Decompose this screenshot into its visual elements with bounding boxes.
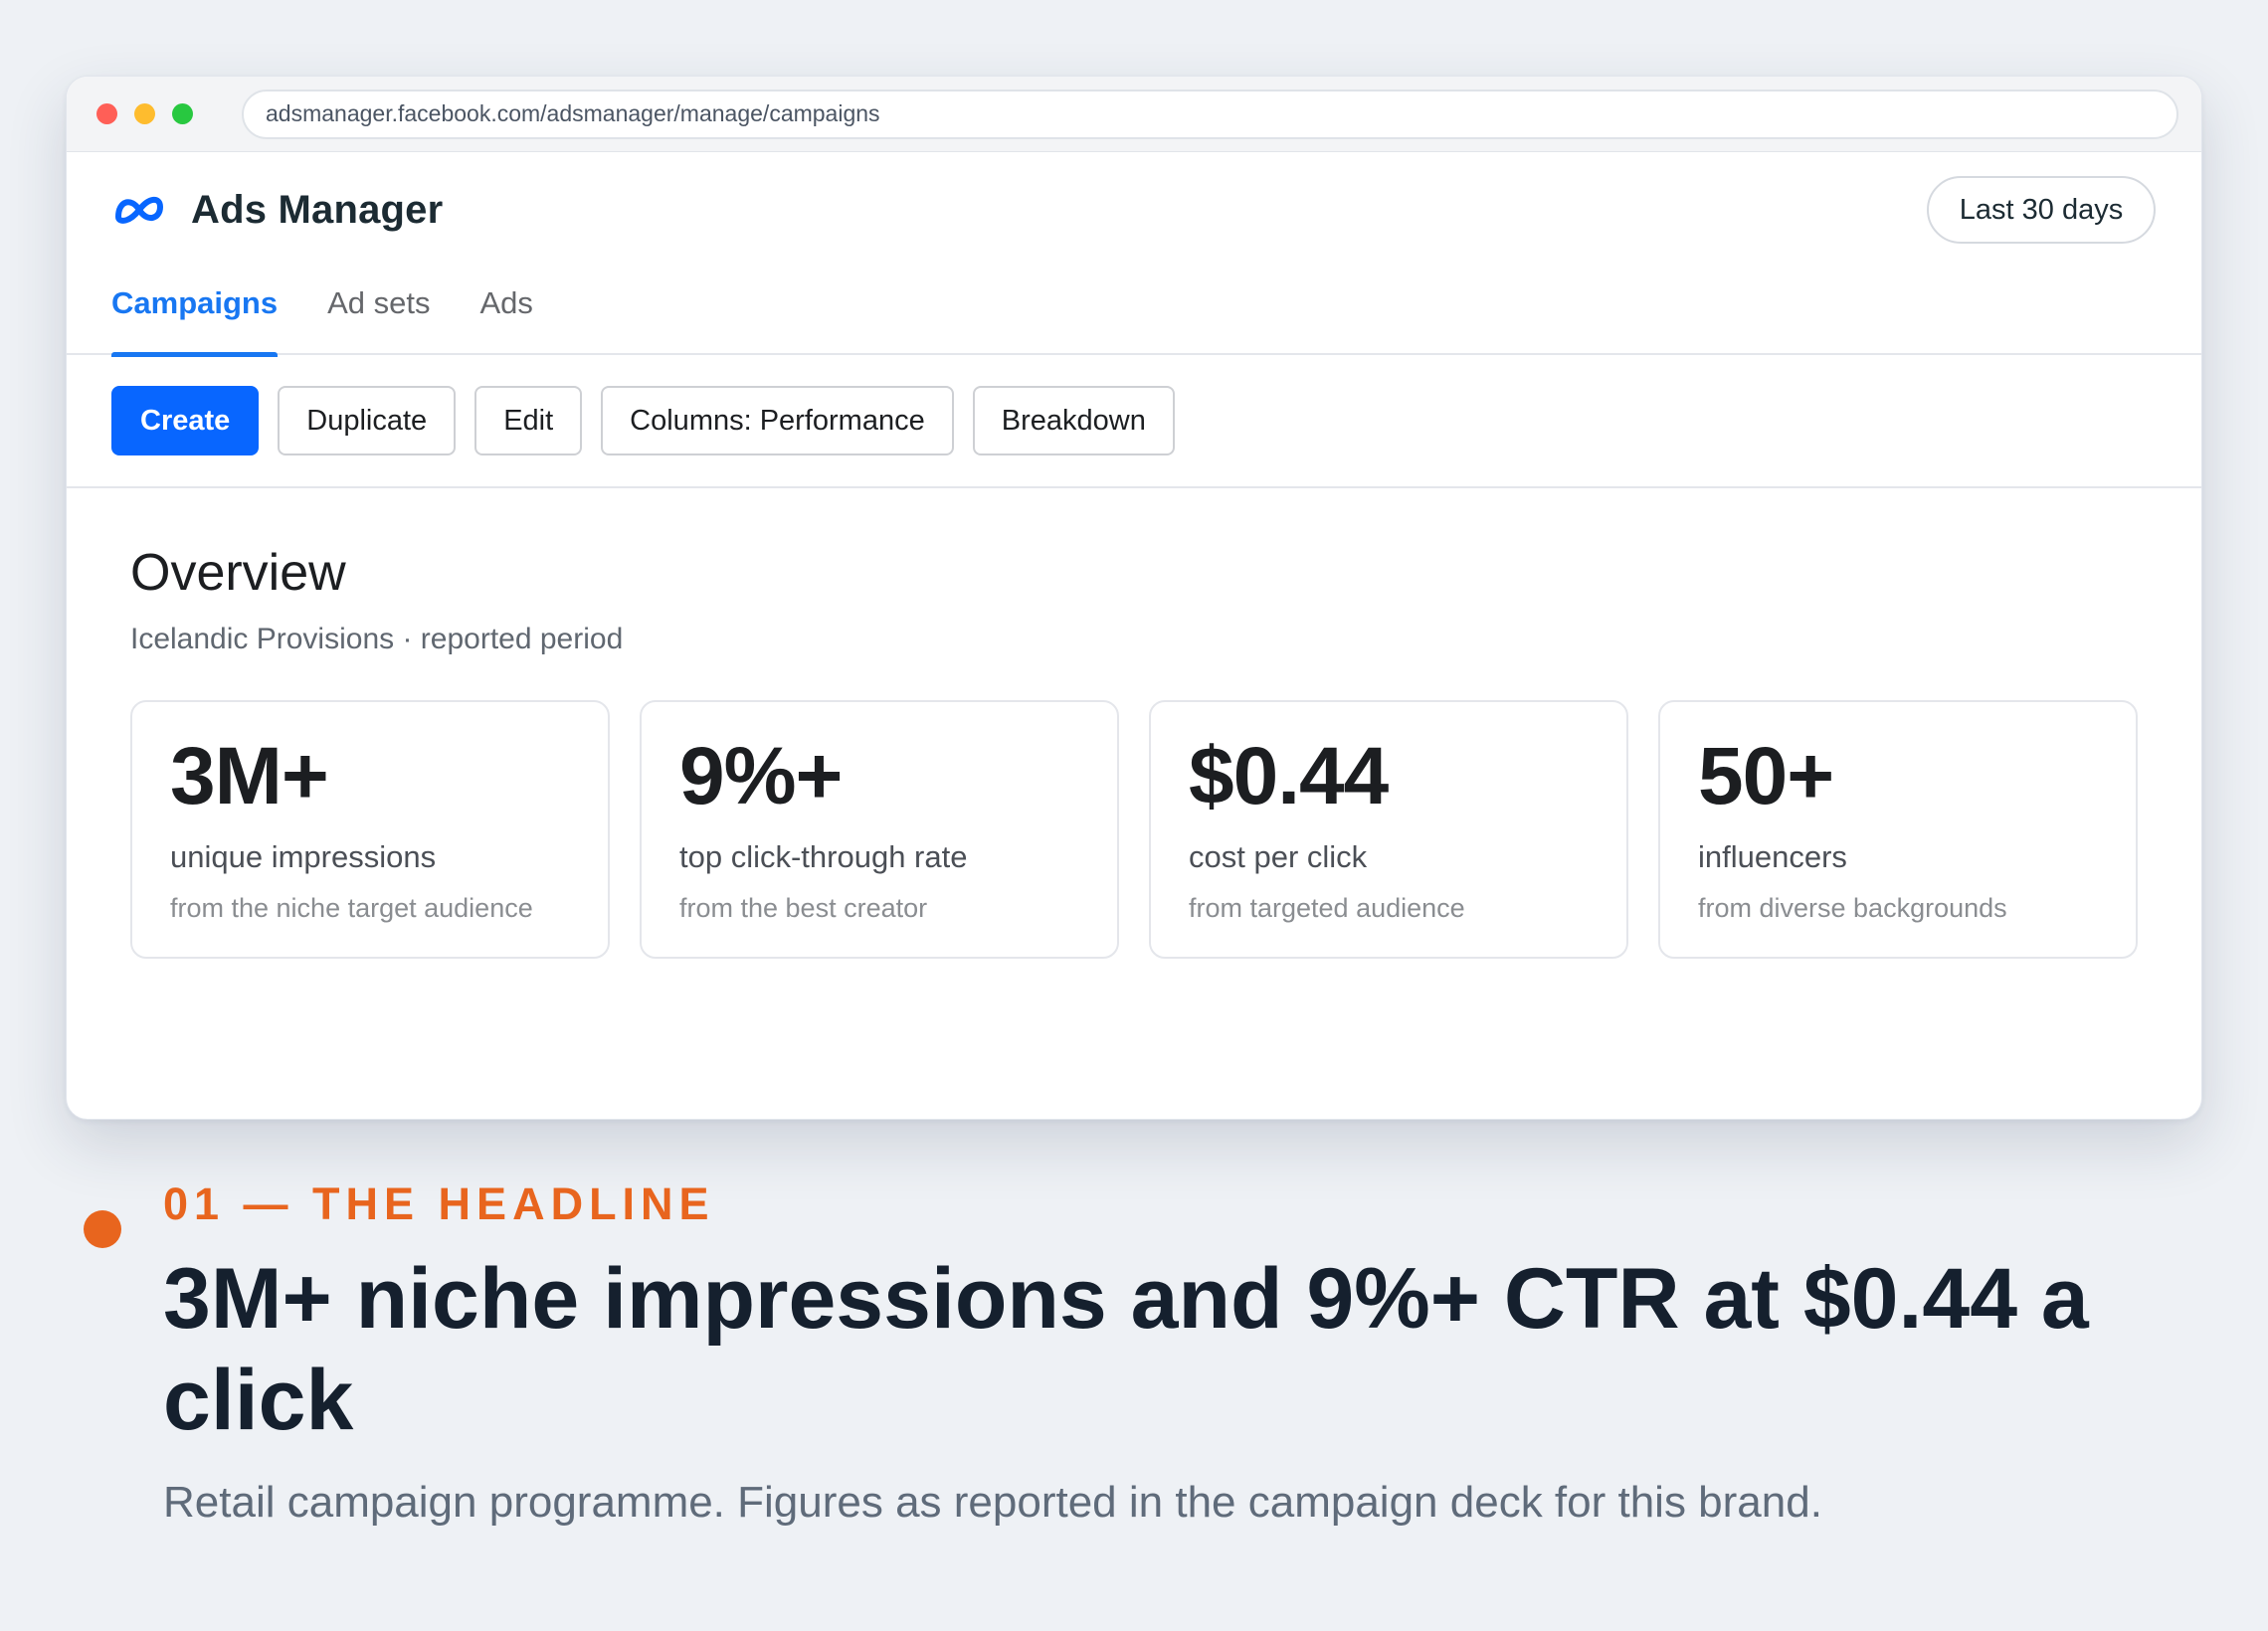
overview-subtitle: Icelandic Provisions · reported period [130, 623, 624, 655]
orange-bullet-icon [84, 1210, 121, 1248]
tab-campaigns[interactable]: Campaigns [111, 268, 279, 357]
metric-label: unique impressions [170, 839, 437, 874]
metric-label: top click-through rate [679, 839, 968, 874]
metric-card-impressions: 3M+ unique impressions from the niche ta… [130, 700, 610, 959]
metric-value: 9%+ [679, 731, 843, 821]
metric-value: 50+ [1698, 731, 1834, 821]
metric-value: $0.44 [1189, 731, 1389, 821]
date-range-button[interactable]: Last 30 days [1927, 176, 2156, 244]
metric-note: from targeted audience [1189, 893, 1465, 923]
caption-subline: Retail campaign programme. Figures as re… [163, 1477, 1822, 1527]
address-bar[interactable]: adsmanager.facebook.com/adsmanager/manag… [242, 89, 2178, 139]
breakdown-dropdown[interactable]: Breakdown [972, 386, 1175, 455]
tab-ad-sets[interactable]: Ad sets [327, 268, 430, 355]
tab-bar: Campaigns Ad sets Ads [67, 268, 2201, 357]
metric-card-ctr: 9%+ top click-through rate from the best… [640, 700, 1119, 959]
address-bar-url: adsmanager.facebook.com/adsmanager/manag… [266, 100, 880, 126]
browser-chrome: adsmanager.facebook.com/adsmanager/manag… [67, 77, 2201, 152]
meta-infinity-icon [115, 196, 163, 224]
close-window-button[interactable] [96, 103, 117, 124]
duplicate-button[interactable]: Duplicate [278, 386, 457, 455]
metric-card-cpc: $0.44 cost per click from targeted audie… [1149, 700, 1628, 959]
edit-button[interactable]: Edit [474, 386, 583, 455]
minimize-window-button[interactable] [134, 103, 155, 124]
app-title: Ads Manager [191, 187, 444, 232]
metric-note: from the best creator [679, 893, 928, 923]
metric-label: cost per click [1189, 839, 1368, 874]
maximize-window-button[interactable] [172, 103, 193, 124]
browser-window: adsmanager.facebook.com/adsmanager/manag… [66, 76, 2202, 1120]
toolbar: Create Duplicate Edit Columns: Performan… [67, 355, 2201, 488]
tab-ads[interactable]: Ads [480, 268, 533, 355]
app-header: Ads Manager Last 30 days [67, 152, 2201, 268]
overview-title: Overview [130, 544, 346, 602]
metric-note: from the niche target audience [170, 893, 533, 923]
metric-card-influencers: 50+ influencers from diverse backgrounds [1658, 700, 2138, 959]
caption-eyebrow: 01 — THE HEADLINE [163, 1178, 715, 1229]
metric-label: influencers [1698, 839, 1847, 874]
columns-dropdown[interactable]: Columns: Performance [601, 386, 954, 455]
caption-headline: 3M+ niche impressions and 9%+ CTR at $0.… [163, 1251, 2089, 1449]
caption-block: 01 — THE HEADLINE 3M+ niche impressions … [84, 1178, 2202, 1528]
metric-value: 3M+ [170, 731, 329, 821]
overview-section: Overview Icelandic Provisions · reported… [67, 488, 2201, 959]
metric-note: from diverse backgrounds [1698, 893, 2007, 923]
create-button[interactable]: Create [111, 386, 260, 455]
metric-cards: 3M+ unique impressions from the niche ta… [130, 700, 2201, 959]
